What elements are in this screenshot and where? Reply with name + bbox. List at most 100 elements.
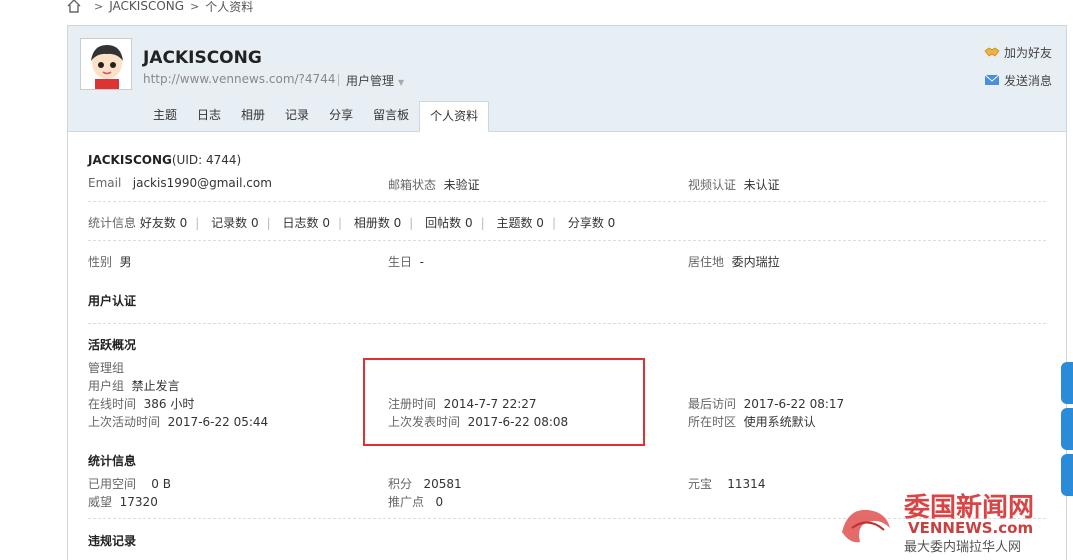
dragon-logo-icon: 委国新闻网 VENNEWS.com 最大委内瑞拉华人网: [842, 492, 1034, 555]
shares-count[interactable]: 分享数 0: [568, 216, 615, 230]
promo-label: 推广点: [388, 495, 425, 509]
last-visit-row: 最后访问 2017-6-22 08:17: [688, 395, 844, 412]
promo-value: 0: [435, 495, 444, 509]
profile-name: JACKISCONG: [143, 48, 262, 68]
mail-status-label: 邮箱状态: [388, 178, 437, 192]
caret-down-icon: ▼: [398, 78, 405, 87]
albums-count[interactable]: 相册数 0: [354, 216, 401, 230]
profile-tabs: 主题 日志 相册 记录 分享 留言板 个人资料: [143, 101, 490, 132]
add-friend-label: 加为好友: [1003, 45, 1052, 60]
info-title: JACKISCONG(UID: 4744): [88, 153, 241, 167]
mail-status-row: 邮箱状态 未验证: [388, 176, 480, 193]
violation-title: 违规记录: [88, 534, 137, 548]
stats-section-title: 统计信息: [88, 454, 137, 468]
info-uid: (UID: 4744): [171, 153, 242, 167]
tab-profile[interactable]: 个人资料: [419, 101, 490, 132]
online-label: 在线时间: [88, 397, 137, 411]
email-value: jackis1990@gmail.com: [132, 176, 272, 190]
birthday-label: 生日: [388, 255, 413, 269]
last-visit-label: 最后访问: [688, 397, 737, 411]
blogs-count[interactable]: 日志数 0: [283, 216, 330, 230]
breadcrumb-user[interactable]: JACKISCONG: [109, 0, 184, 13]
chevron-right-icon: >: [94, 0, 104, 13]
user-group-value[interactable]: 禁止发言: [132, 379, 180, 393]
online-value: 386 小时: [143, 397, 195, 411]
tab-records[interactable]: 记录: [275, 101, 319, 132]
avatar[interactable]: [80, 38, 132, 90]
space-value: 0 B: [151, 477, 171, 491]
yuanbao-label: 元宝: [688, 477, 713, 491]
handshake-icon: [984, 47, 1000, 57]
watermark-domain: VENNEWS.com: [908, 519, 1033, 537]
user-manage-label: 用户管理: [346, 74, 395, 88]
prestige-value: 17320: [119, 495, 158, 509]
tab-topics[interactable]: 主题: [143, 101, 187, 132]
residence-label: 居住地: [688, 255, 725, 269]
points-row: 积分 20581: [388, 475, 462, 492]
divider: [88, 323, 1046, 324]
chevron-right-icon: >: [190, 0, 200, 13]
envelope-icon: [984, 74, 1000, 85]
points-value: 20581: [423, 477, 462, 491]
birthday-row: 生日 -: [388, 253, 424, 270]
timezone-value: 使用系统默认: [743, 415, 816, 429]
tab-guestbook[interactable]: 留言板: [363, 101, 419, 132]
tab-album[interactable]: 相册: [231, 101, 275, 132]
send-message-link[interactable]: 发送消息: [984, 70, 1052, 90]
last-active-label: 上次活动时间: [88, 415, 161, 429]
birthday-value: -: [419, 255, 424, 269]
gender-label: 性别: [88, 255, 113, 269]
online-row: 在线时间 386 小时: [88, 395, 194, 412]
activity-title: 活跃概况: [88, 338, 137, 352]
profile-header: JACKISCONG http://www.vennews.com/?4744 …: [68, 26, 1066, 132]
tab-blog[interactable]: 日志: [187, 101, 231, 132]
tab-share[interactable]: 分享: [319, 101, 363, 132]
last-active-row: 上次活动时间 2017-6-22 05:44: [88, 413, 268, 430]
friends-count[interactable]: 好友数 0: [140, 216, 187, 230]
video-label: 视频认证: [688, 178, 737, 192]
replies-count[interactable]: 回帖数 0: [425, 216, 472, 230]
yuanbao-row: 元宝 11314: [688, 475, 765, 492]
timezone-label: 所在时区: [688, 415, 737, 429]
residence-value: 委内瑞拉: [731, 255, 780, 269]
promo-row: 推广点 0: [388, 493, 443, 510]
email-label: Email: [88, 176, 122, 190]
last-active-value: 2017-6-22 05:44: [167, 415, 269, 429]
breadcrumb-current: 个人资料: [205, 0, 254, 14]
gender-row: 性别 男: [88, 253, 132, 270]
profile-url[interactable]: http://www.vennews.com/?4744: [143, 72, 335, 86]
add-friend-link[interactable]: 加为好友: [984, 42, 1052, 62]
watermark-slogan: 最大委内瑞拉华人网: [904, 539, 1021, 555]
mail-status-value: 未验证: [443, 178, 480, 192]
profile-card: JACKISCONG http://www.vennews.com/?4744 …: [67, 25, 1067, 560]
divider: [88, 201, 1046, 202]
send-message-label: 发送消息: [1003, 73, 1052, 88]
breadcrumb: > JACKISCONG > 个人资料: [66, 0, 253, 16]
space-row: 已用空间 0 B: [88, 475, 171, 492]
admin-group-label: 管理组: [88, 361, 125, 375]
stats-label: 统计信息: [88, 216, 137, 230]
profile-actions: 加为好友 发送消息: [984, 42, 1052, 98]
topics-count[interactable]: 主题数 0: [496, 216, 543, 230]
user-group-row: 用户组 禁止发言: [88, 377, 180, 394]
residence-row: 居住地 委内瑞拉: [688, 253, 780, 270]
site-watermark: 委国新闻网 VENNEWS.com 最大委内瑞拉华人网: [838, 488, 1073, 560]
email-row: Email jackis1990@gmail.com: [88, 176, 272, 190]
records-count[interactable]: 记录数 0: [211, 216, 258, 230]
side-float-tab[interactable]: [1061, 362, 1073, 404]
divider: [88, 240, 1046, 241]
user-manage-dropdown[interactable]: 用户管理 ▼: [337, 72, 405, 89]
prestige-label: 威望: [88, 495, 113, 509]
points-label: 积分: [388, 477, 413, 491]
user-auth-title: 用户认证: [88, 294, 137, 308]
home-icon[interactable]: [66, 0, 82, 14]
highlight-box: [363, 358, 645, 446]
side-float-tab[interactable]: [1061, 408, 1073, 450]
stats-row: 统计信息 好友数 0 | 记录数 0 | 日志数 0 | 相册数 0 | 回帖数 0 | …: [88, 216, 616, 230]
video-row: 视频认证 未认证: [688, 176, 780, 193]
last-visit-value: 2017-6-22 08:17: [743, 397, 845, 411]
timezone-row: 所在时区 使用系统默认: [688, 413, 816, 430]
info-name: JACKISCONG: [88, 153, 172, 167]
user-group-label: 用户组: [88, 379, 125, 393]
yuanbao-value: 11314: [727, 477, 766, 491]
